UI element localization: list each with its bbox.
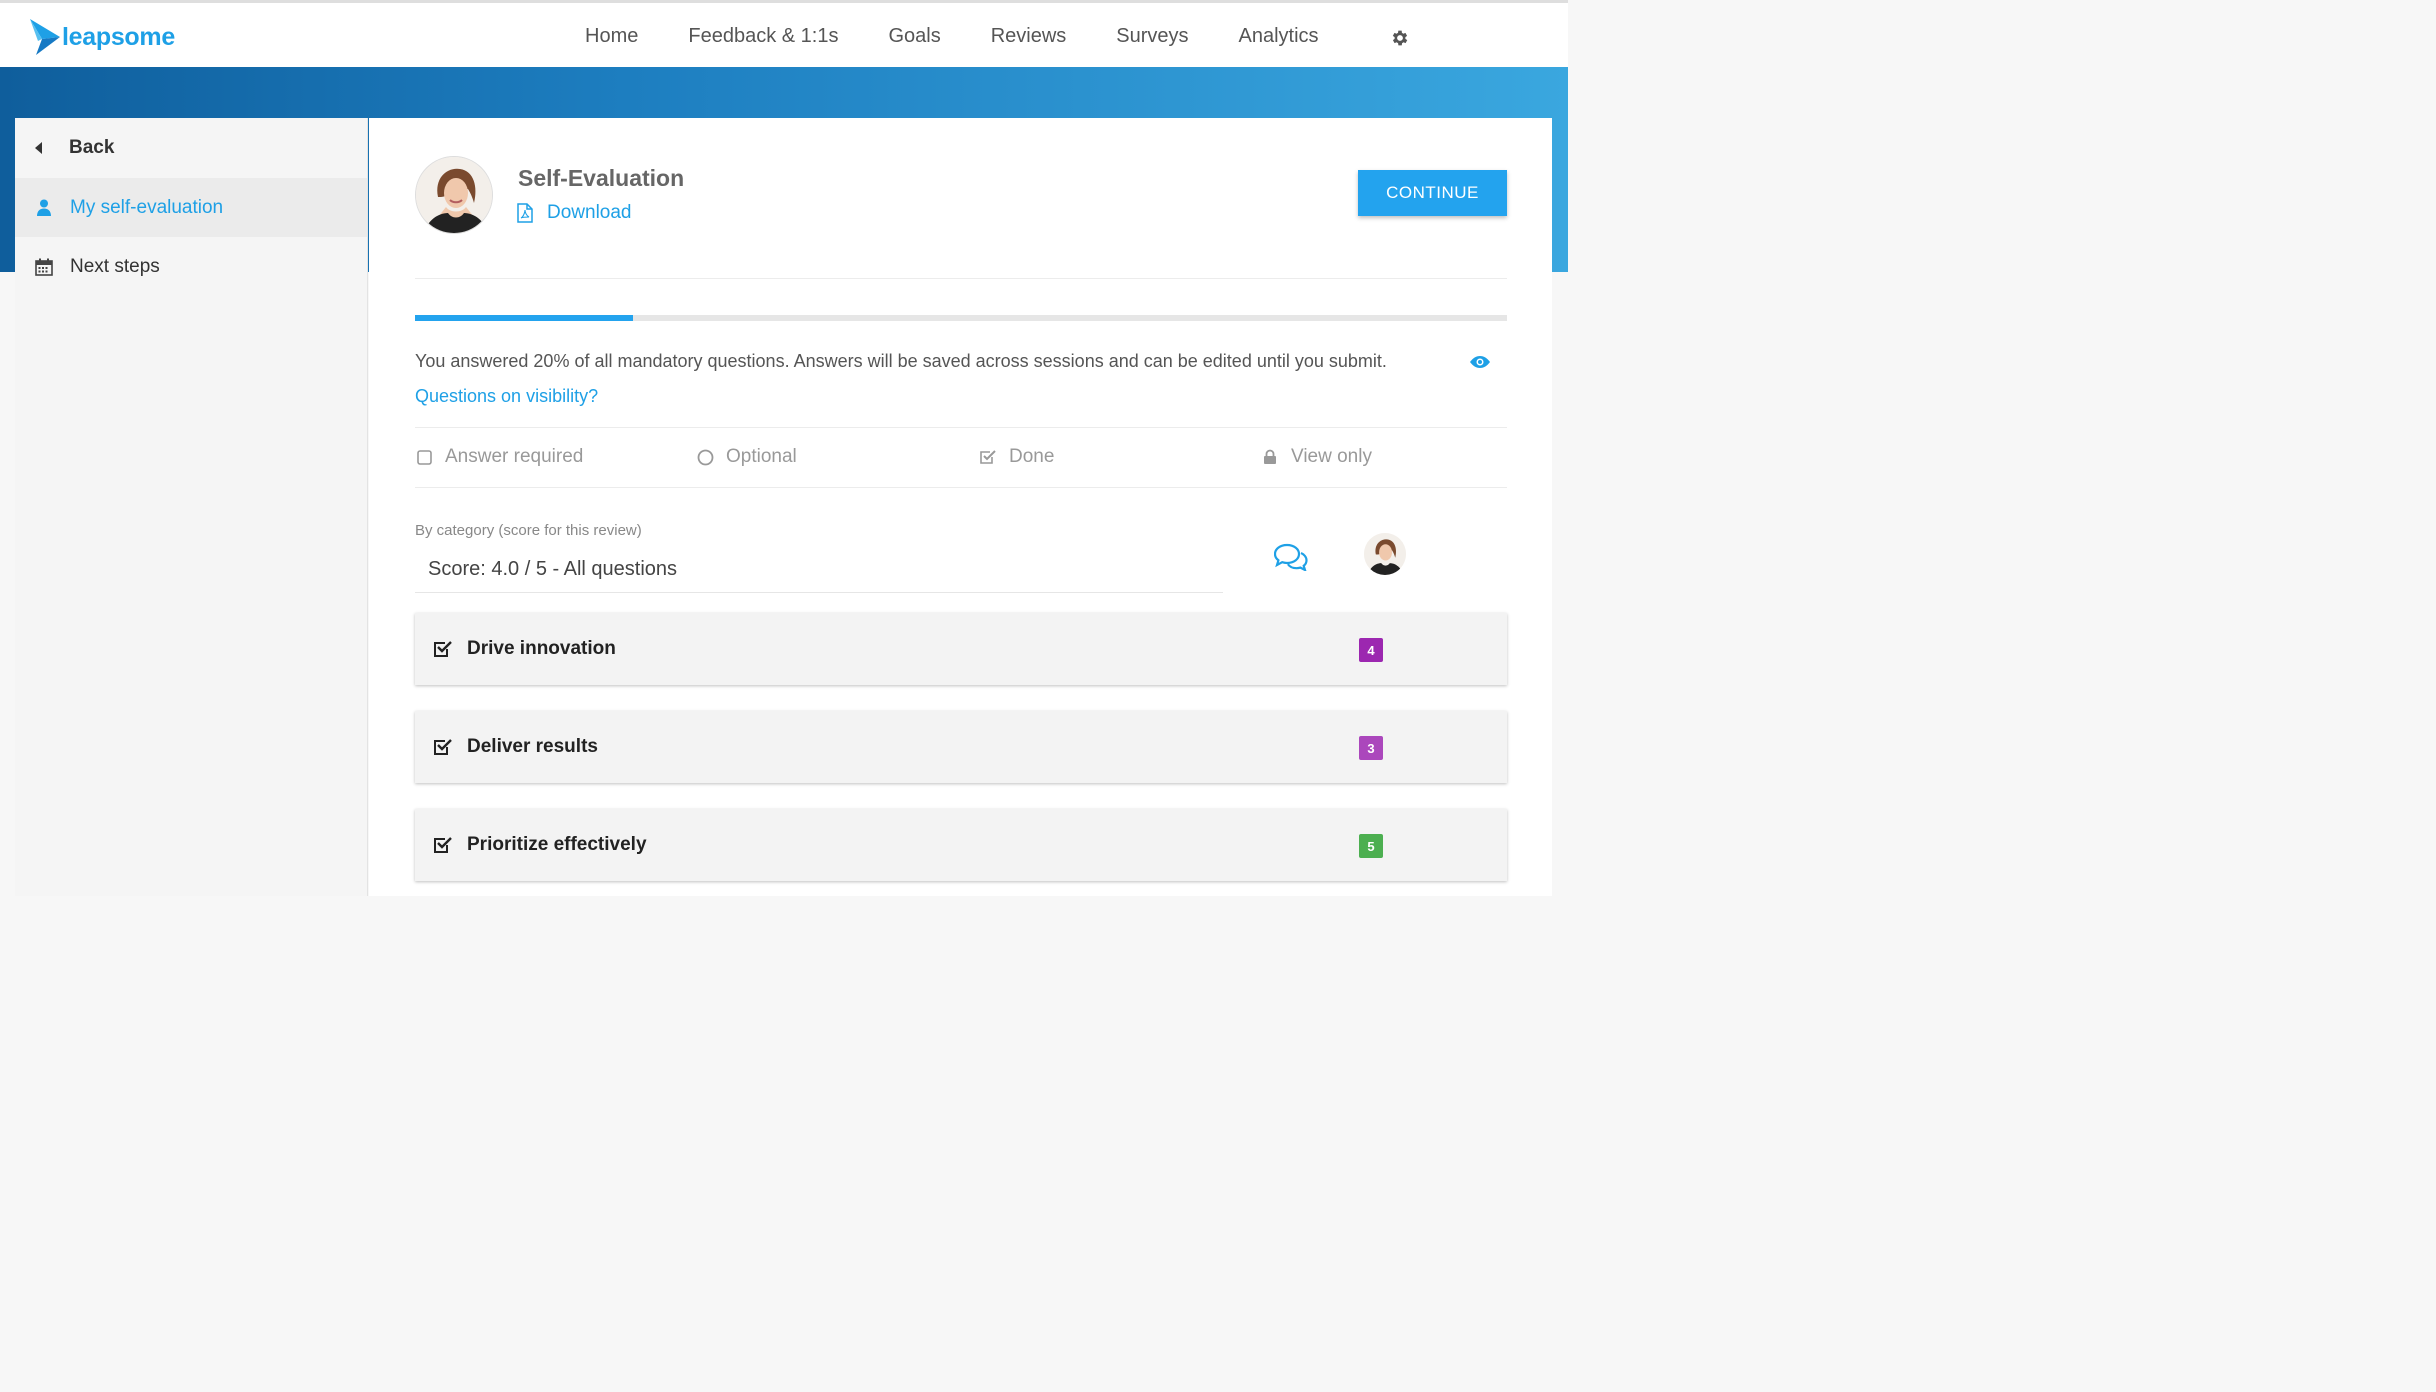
back-label: Back — [69, 137, 115, 158]
leapsome-bird-icon — [30, 19, 60, 55]
category-row-deliver-results[interactable]: Deliver results 3 — [415, 711, 1507, 783]
sidebar-item-self-evaluation[interactable]: My self-evaluation — [15, 178, 367, 237]
category-label: By category (score for this review) — [415, 522, 642, 539]
checked-box-icon — [434, 837, 452, 853]
page-title: Self-Evaluation — [518, 165, 685, 191]
legend-label: View only — [1291, 446, 1372, 467]
top-navbar: leapsome Home Feedback & 1:1s Goals Revi… — [0, 0, 1568, 67]
main-nav: Home Feedback & 1:1s Goals Reviews Surve… — [560, 3, 1344, 70]
download-label: Download — [547, 202, 632, 223]
progress-info-text: You answered 20% of all mandatory questi… — [415, 351, 1387, 371]
progress-bar — [415, 315, 1507, 321]
download-link[interactable]: Download — [516, 202, 632, 224]
nav-analytics[interactable]: Analytics — [1239, 25, 1319, 48]
category-row-prioritize-effectively[interactable]: Prioritize effectively 5 — [415, 809, 1507, 881]
logo-text: leapsome — [62, 22, 175, 51]
main-content: Self-Evaluation Download CONTINUE You an… — [369, 118, 1552, 896]
divider — [415, 487, 1507, 488]
score-selector[interactable]: Score: 4.0 / 5 - All questions — [415, 558, 1223, 593]
avatar — [415, 156, 493, 234]
checked-box-icon — [979, 449, 997, 465]
gear-icon[interactable] — [1390, 28, 1410, 48]
status-legend: Answer required Optional Done View only — [415, 446, 1507, 472]
category-name: Deliver results — [467, 736, 598, 757]
visibility-questions-link[interactable]: Questions on visibility? — [415, 386, 598, 407]
legend-view-only: View only — [1261, 446, 1372, 468]
sidebar-item-next-steps[interactable]: Next steps — [15, 237, 367, 296]
score-text: Score: 4.0 / 5 - All questions — [428, 558, 678, 580]
calendar-icon — [35, 257, 53, 277]
caret-left-icon — [35, 142, 42, 154]
score-badge: 3 — [1359, 736, 1383, 760]
legend-done: Done — [979, 446, 1054, 468]
score-badge: 5 — [1359, 834, 1383, 858]
legend-label: Done — [1009, 446, 1055, 467]
continue-button[interactable]: CONTINUE — [1358, 170, 1507, 216]
nav-home[interactable]: Home — [585, 25, 638, 48]
score-badge: 4 — [1359, 638, 1383, 662]
checked-box-icon — [434, 739, 452, 755]
comments-icon[interactable] — [1274, 543, 1308, 571]
back-button[interactable]: Back — [15, 118, 367, 178]
category-name: Drive innovation — [467, 638, 616, 659]
nav-reviews[interactable]: Reviews — [991, 25, 1067, 48]
sidebar-item-label: Next steps — [70, 255, 160, 277]
nav-goals[interactable]: Goals — [888, 25, 940, 48]
sidebar-item-label: My self-evaluation — [70, 196, 224, 218]
legend-optional: Optional — [696, 446, 797, 468]
pdf-file-icon — [517, 203, 533, 223]
divider — [415, 427, 1507, 428]
lock-icon — [1261, 449, 1279, 465]
divider — [415, 278, 1507, 279]
empty-checkbox-icon — [415, 449, 433, 465]
sidebar: Back My self-evaluation Next steps — [15, 118, 368, 896]
leapsome-logo[interactable]: leapsome — [28, 17, 175, 57]
nav-feedback[interactable]: Feedback & 1:1s — [688, 25, 838, 48]
legend-label: Optional — [726, 446, 797, 467]
legend-answer-required: Answer required — [415, 446, 583, 468]
checked-box-icon — [434, 641, 452, 657]
category-row-drive-innovation[interactable]: Drive innovation 4 — [415, 613, 1507, 685]
user-icon — [35, 198, 53, 218]
category-name: Prioritize effectively — [467, 834, 647, 855]
eye-icon[interactable] — [1469, 355, 1491, 369]
reviewer-avatar — [1364, 533, 1406, 575]
nav-surveys[interactable]: Surveys — [1116, 25, 1188, 48]
circle-icon — [696, 449, 714, 466]
progress-fill — [415, 315, 634, 321]
legend-label: Answer required — [445, 446, 584, 467]
